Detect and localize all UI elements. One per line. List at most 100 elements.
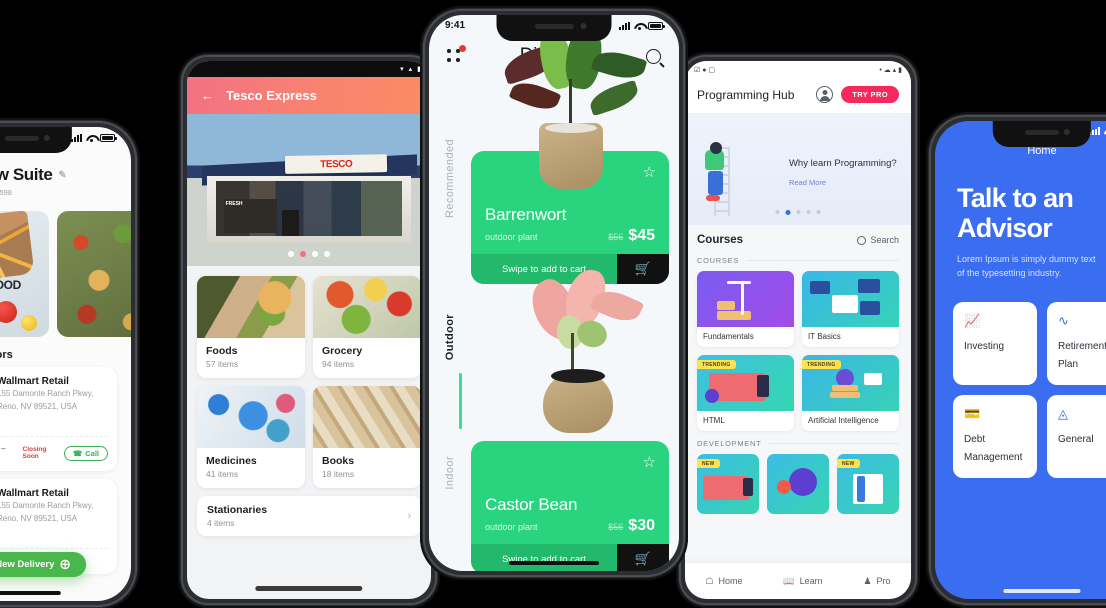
- nav-home[interactable]: ☖ Home: [705, 576, 742, 587]
- product-meta: outdoor plant $56 $45: [485, 227, 655, 245]
- pencil-icon[interactable]: ✎: [58, 170, 66, 181]
- paragraph-line-2: of the typesetting industry.: [957, 267, 1062, 278]
- status-icons: [619, 21, 665, 30]
- front-camera-icon: [1063, 129, 1070, 135]
- table-row[interactable]: ★4.5 Wallmart Retail 155 Damonte Ranch P…: [0, 367, 117, 471]
- price-group: $56 $30: [608, 517, 655, 535]
- banner-question: Why learn Programming?: [788, 157, 897, 169]
- signal-icon: ▴: [408, 66, 413, 73]
- nav-learn[interactable]: 📖 Learn: [783, 576, 822, 587]
- battery-icon: [100, 133, 117, 142]
- product-name: Castor Bean: [485, 495, 578, 514]
- notification-badge: [459, 45, 466, 52]
- vendor-top: ★4.5 Wallmart Retail 155 Damonte Ranch P…: [0, 376, 108, 428]
- location-title-text: Hyatt Row Suite: [0, 165, 53, 184]
- heading-line-2: Advisor: [957, 213, 1053, 244]
- app-bar: ← Tesco Express: [187, 77, 431, 114]
- course-card-fundamentals[interactable]: Fundamentals: [697, 271, 794, 347]
- search-icon[interactable]: [646, 48, 661, 64]
- category-card-foods[interactable]: Foods 57 items: [197, 276, 305, 378]
- add-new-delivery-button[interactable]: Add New Delivery ⨁: [0, 552, 86, 577]
- phone-plants: 9:41 Discover Recommended Outdoor Indoor…: [420, 6, 688, 580]
- advisor-card-debt[interactable]: 💳 Debt Management: [953, 395, 1037, 479]
- category-name: Foods: [206, 345, 238, 357]
- product-card-castorbean[interactable]: ☆ Castor Bean outdoor plant $56 $30 Swip…: [471, 441, 669, 571]
- paragraph-line-1: Lorem Ipsum is simply dummy text: [957, 254, 1096, 265]
- advisor-card-general[interactable]: ◬ General: [1047, 395, 1106, 479]
- nav-learn-label: Learn: [799, 576, 823, 586]
- carousel-dots[interactable]: [775, 210, 821, 215]
- promo-card[interactable]: Save $10 on FAST FOOD ITEMS: [0, 211, 49, 337]
- tab-recommended[interactable]: Recommended: [444, 139, 456, 218]
- page-title: Programming Hub: [697, 87, 795, 102]
- divider: [747, 260, 899, 261]
- category-card-books[interactable]: Books 18 items: [313, 386, 421, 488]
- read-more-link[interactable]: Read More: [789, 178, 826, 187]
- swipe-to-cart-bar[interactable]: Swipe to add to cart 🛒: [471, 544, 669, 571]
- dev-card-3[interactable]: NEW: [837, 454, 899, 514]
- plus-circle-icon: ⨁: [60, 559, 70, 570]
- store-hero-image[interactable]: TESCO FRESH: [187, 114, 431, 266]
- section-label: COURSES: [697, 256, 739, 265]
- product-type: outdoor plant: [485, 232, 538, 242]
- phone-tesco: ▾ ▴ ▮ ← Tesco Express TESCO FRESH: [178, 52, 440, 608]
- call-button[interactable]: ☎ Call: [63, 445, 108, 461]
- promo-banner[interactable]: Why learn Programming? Read More: [685, 113, 911, 225]
- promo-line-1: Save $10: [0, 264, 49, 279]
- promo-card-secondary[interactable]: [57, 211, 131, 337]
- try-pro-button[interactable]: TRY PRO: [841, 86, 899, 103]
- advisor-card-label: Investing: [964, 341, 1005, 353]
- home-indicator: [1003, 589, 1081, 593]
- vertical-tabs: Recommended Outdoor Indoor: [429, 73, 471, 571]
- plant-image-castorbean: [505, 263, 655, 453]
- course-card-it-basics[interactable]: IT Basics: [802, 271, 899, 347]
- category-card-stationaries[interactable]: Stationaries 4 items ›: [197, 496, 421, 536]
- back-arrow-icon[interactable]: ←: [201, 88, 214, 103]
- account-circle-icon[interactable]: [816, 86, 834, 103]
- category-image: [313, 276, 421, 338]
- vendor-hours-row: Sun-Sat, 6am – 10pm Closing Soon ☎Call: [0, 436, 108, 462]
- star-icon[interactable]: ☆: [643, 163, 656, 181]
- status-icons: [71, 133, 117, 142]
- product-type: outdoor plant: [485, 522, 538, 532]
- carousel-dots[interactable]: [288, 251, 330, 257]
- tab-indoor[interactable]: Indoor: [444, 456, 456, 490]
- category-name: Stationaries: [207, 504, 268, 516]
- old-price: $56: [608, 522, 624, 532]
- status-right-icons: • ☁ ▴ ▮: [879, 66, 902, 74]
- course-card-html[interactable]: TRENDING HTML: [697, 355, 794, 431]
- old-price: $56: [608, 232, 624, 242]
- nav-pro-label: Pro: [876, 576, 891, 586]
- category-text: Medicines 41 items: [197, 448, 305, 488]
- category-card-grocery[interactable]: Grocery 94 items: [313, 276, 421, 378]
- cart-icon[interactable]: 🛒: [617, 544, 669, 571]
- dev-card-2[interactable]: [767, 454, 829, 514]
- heading-line-1: Talk to an: [957, 183, 1074, 213]
- signal-icon: [619, 21, 630, 30]
- dev-card-1[interactable]: NEW: [697, 454, 759, 514]
- phone-mockup-stage: 9:41 Current Location Hyatt Row Suite ✎ …: [0, 0, 1106, 608]
- search-input[interactable]: Search: [857, 235, 899, 245]
- android-speaker: [255, 586, 363, 591]
- wallet-icon: 💳: [964, 406, 981, 422]
- category-text: Stationaries 4 items: [207, 504, 267, 528]
- product-card-barrenwort[interactable]: ☆ Barrenwort outdoor plant $56 $45 Swipe…: [471, 151, 669, 284]
- pro-person-icon: ♟: [863, 575, 872, 586]
- course-grid: Fundamentals IT Basics TRENDING HTML TRE…: [685, 269, 911, 433]
- location-title[interactable]: Hyatt Row Suite ✎: [0, 165, 115, 185]
- advisor-card-investing[interactable]: 📈 Investing: [953, 302, 1037, 386]
- grid-menu-icon[interactable]: [447, 45, 466, 63]
- front-camera-icon: [580, 23, 587, 29]
- advisor-card-retirement[interactable]: ∿ Retirement Plan: [1047, 302, 1106, 386]
- course-card-ai[interactable]: TRENDING Artificial Intelligence: [802, 355, 899, 431]
- page-title: Discover: [519, 45, 592, 66]
- location-address: 405 Hyatt Row Suite 598: [0, 188, 12, 197]
- promo-carousel[interactable]: Save $10 on FAST FOOD ITEMS: [0, 211, 131, 337]
- pulse-icon: ∿: [1058, 313, 1069, 329]
- star-icon[interactable]: ☆: [643, 453, 656, 471]
- swipe-to-cart-bar[interactable]: Swipe to add to cart 🛒: [471, 254, 669, 284]
- nav-pro[interactable]: ♟ Pro: [863, 576, 890, 587]
- tab-outdoor[interactable]: Outdoor: [444, 314, 456, 360]
- category-card-medicines[interactable]: Medicines 41 items: [197, 386, 305, 488]
- cart-icon[interactable]: 🛒: [617, 254, 669, 284]
